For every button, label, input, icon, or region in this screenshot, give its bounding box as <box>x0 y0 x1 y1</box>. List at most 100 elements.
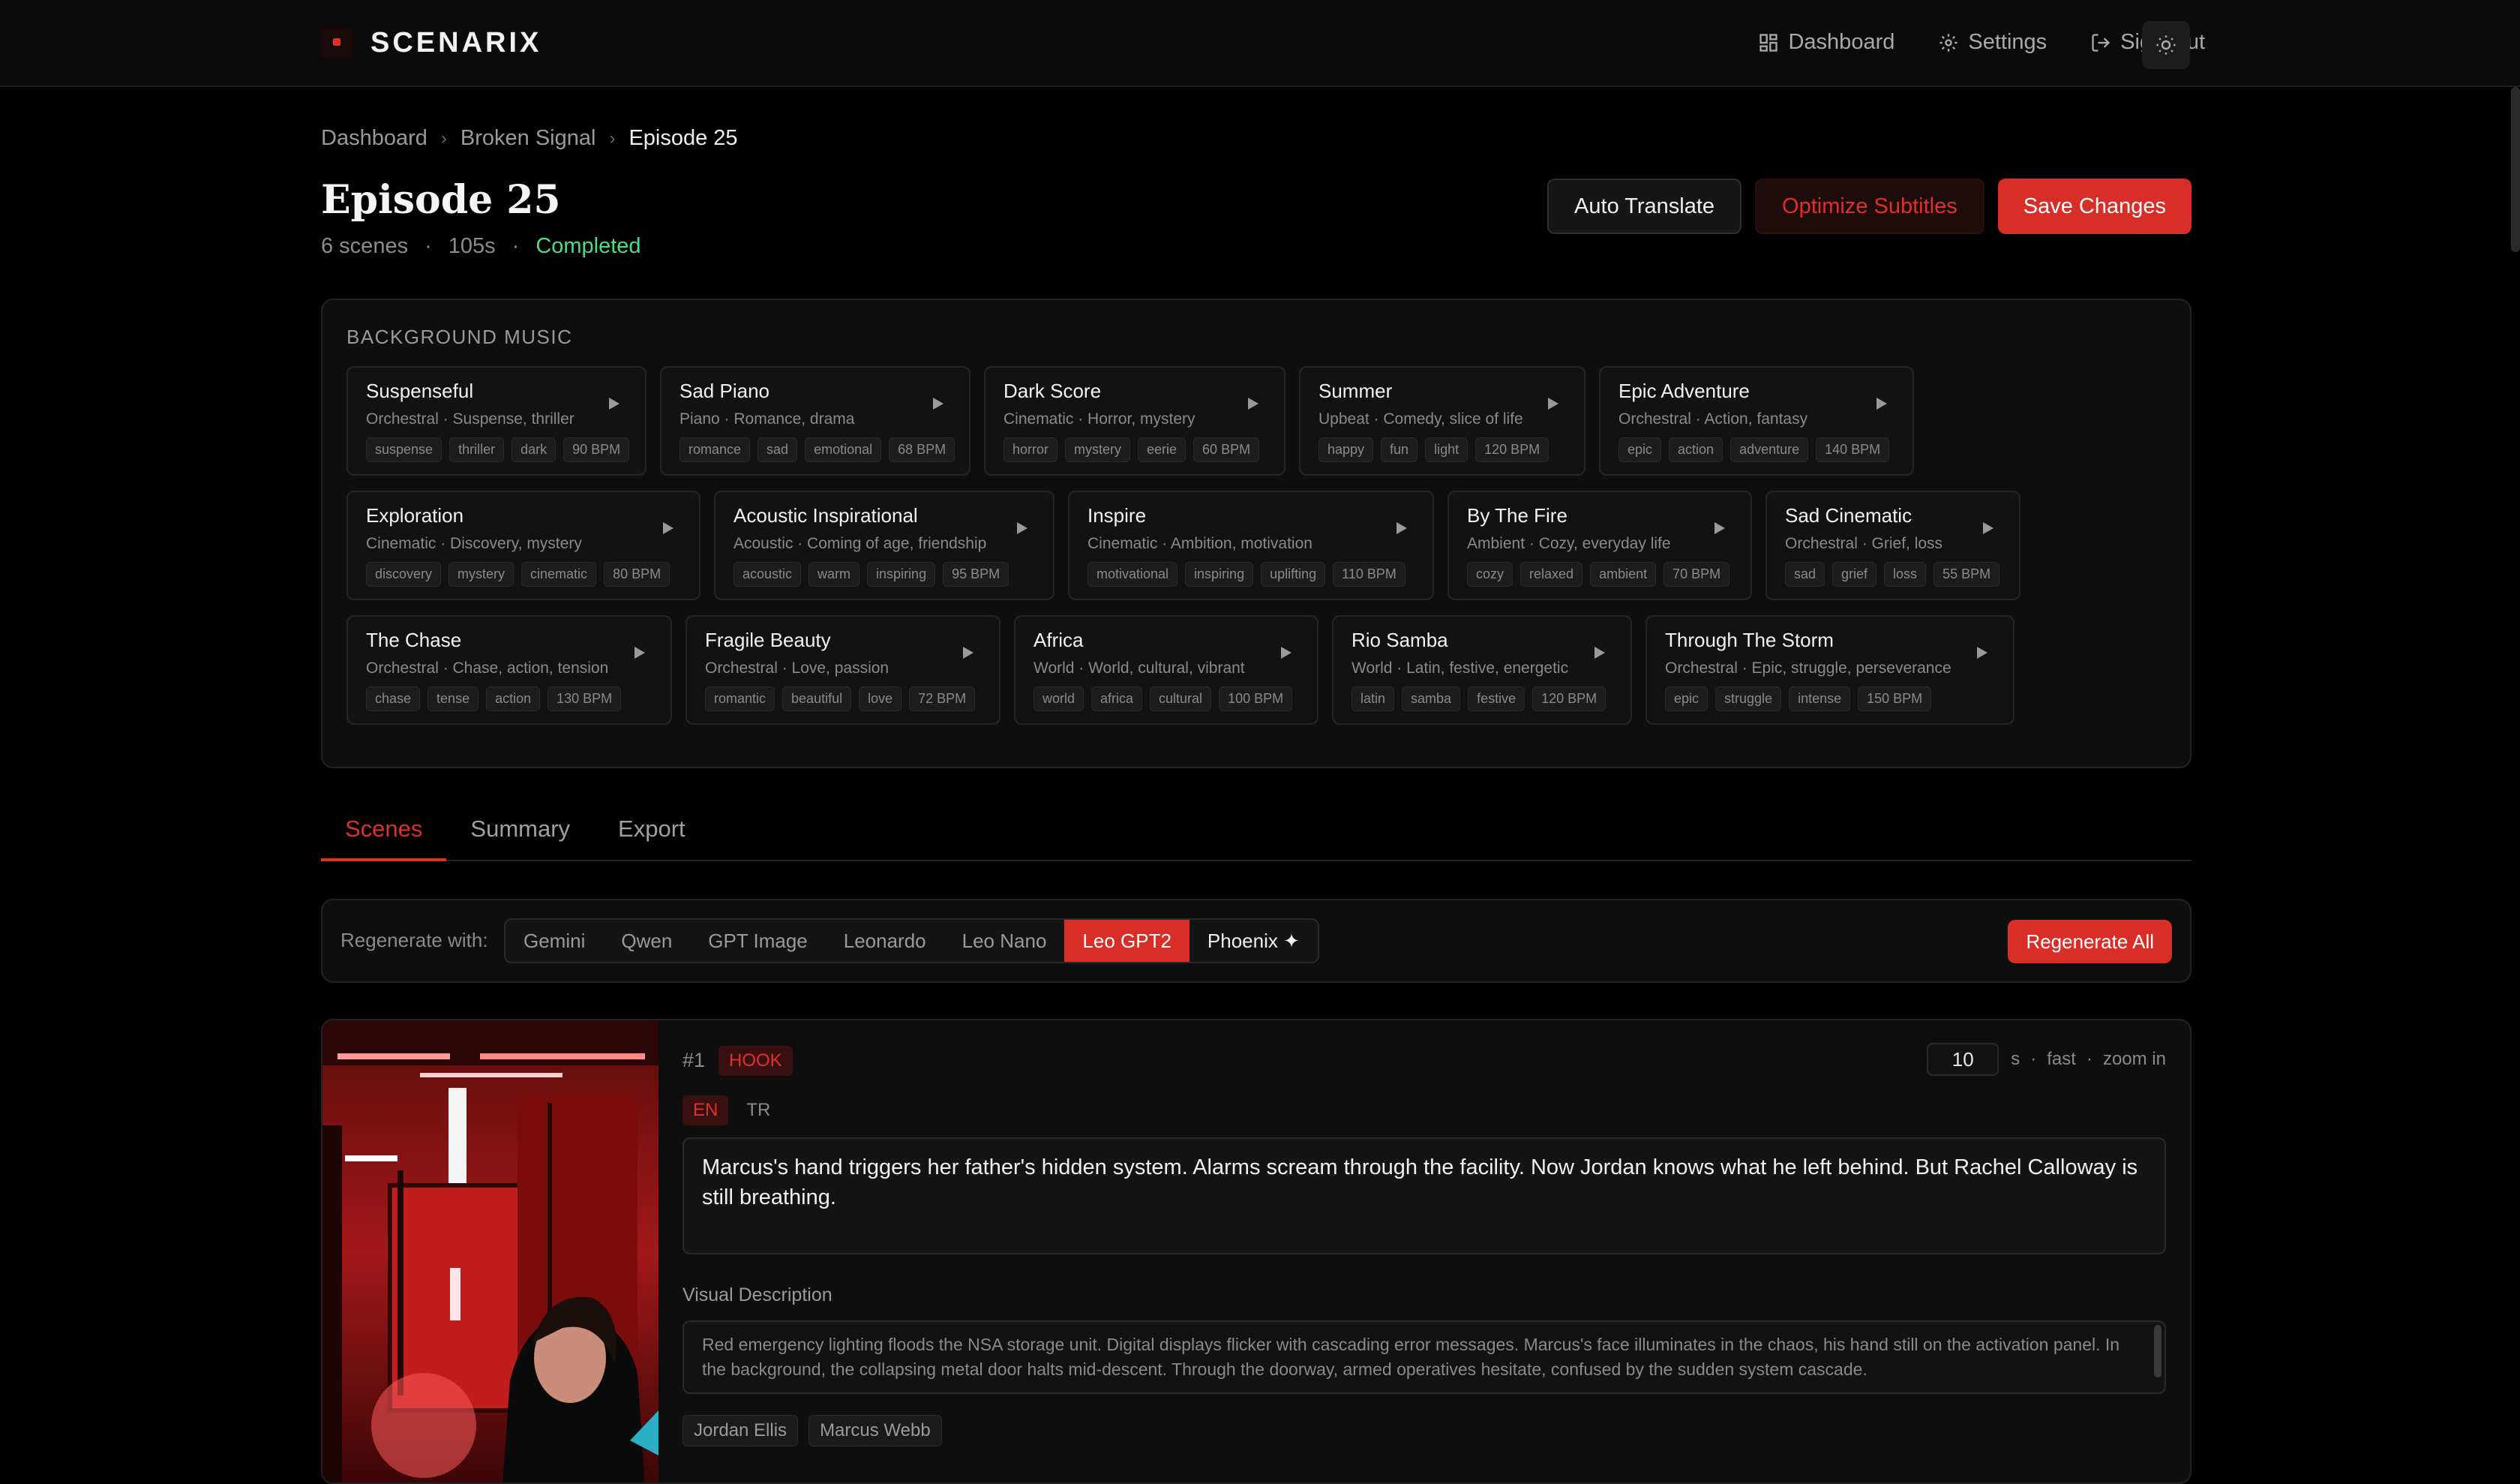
nav-settings[interactable]: Settings <box>1938 30 2047 55</box>
model-selector: Gemini Qwen GPT Image Leonardo Leo Nano Leo G… <box>504 918 1319 963</box>
music-track-card[interactable]: Acoustic Inspirational Acoustic · Coming … <box>714 491 1054 600</box>
play-icon[interactable] <box>1248 398 1258 410</box>
track-tag: happy <box>1318 437 1374 462</box>
music-track-card[interactable]: Fragile Beauty Orchestral · Love, passion… <box>686 615 1000 725</box>
scene-thumbnail[interactable] <box>322 1020 658 1482</box>
duration-input[interactable] <box>1927 1043 2000 1076</box>
nav-dashboard[interactable]: Dashboard <box>1758 30 1894 55</box>
pace-label[interactable]: fast <box>2047 1049 2076 1070</box>
track-tag: romantic <box>705 686 776 711</box>
play-icon[interactable] <box>1396 522 1407 534</box>
play-icon[interactable] <box>1548 398 1558 410</box>
page-scrollbar[interactable] <box>2511 87 2520 252</box>
music-track-row: Suspenseful Orchestral · Suspense, thrill… <box>346 366 1928 476</box>
music-track-card[interactable]: Exploration Cinematic · Discovery, myster… <box>346 491 700 600</box>
music-track-card[interactable]: Sad Cinematic Orchestral · Grief, loss sad… <box>1766 491 2020 600</box>
track-title: Inspire <box>1088 504 1147 527</box>
track-genre: Orchestral · Suspense, thriller <box>366 410 574 428</box>
camera-motion-label[interactable]: zoom in <box>2103 1049 2166 1070</box>
textarea-scrollbar[interactable] <box>2154 1325 2162 1377</box>
music-track-card[interactable]: Suspenseful Orchestral · Suspense, thrill… <box>346 366 646 476</box>
episode-meta: 6 scenes · 105s · Completed <box>321 234 641 259</box>
music-track-card[interactable]: Africa World · World, cultural, vibrant wo… <box>1014 615 1318 725</box>
play-icon[interactable] <box>634 647 645 659</box>
sign-out-icon <box>2092 33 2110 52</box>
play-icon[interactable] <box>1594 647 1605 659</box>
character-chip[interactable]: Marcus Webb <box>808 1415 942 1446</box>
tab-summary[interactable]: Summary <box>446 810 594 861</box>
brand-logo-icon <box>321 27 352 59</box>
track-genre: Cinematic · Ambition, motivation <box>1088 535 1312 552</box>
music-track-card[interactable]: By The Fire Ambient · Cozy, everyday life… <box>1448 491 1752 600</box>
track-tag: 60 BPM <box>1193 437 1260 462</box>
track-tag: motivational <box>1088 562 1178 587</box>
tab-export[interactable]: Export <box>594 810 710 861</box>
track-tag: 100 BPM <box>1219 686 1293 711</box>
breadcrumb-dashboard[interactable]: Dashboard <box>321 126 428 151</box>
track-genre: Orchestral · Epic, struggle, perseveranc… <box>1665 659 1952 677</box>
save-changes-button[interactable]: Save Changes <box>1997 179 2192 234</box>
model-option-leonardo[interactable]: Leonardo <box>826 920 944 962</box>
play-icon[interactable] <box>1281 647 1292 659</box>
play-icon[interactable] <box>1977 647 1988 659</box>
lang-tab-tr[interactable]: TR <box>736 1095 781 1125</box>
play-icon[interactable] <box>963 647 974 659</box>
music-track-card[interactable]: Summer Upbeat · Comedy, slice of life happ… <box>1299 366 1586 476</box>
music-track-card[interactable]: Rio Samba World · Latin, festive, energet… <box>1332 615 1632 725</box>
character-chip[interactable]: Jordan Ellis <box>682 1415 799 1446</box>
play-icon[interactable] <box>609 398 620 410</box>
model-option-gemini[interactable]: Gemini <box>506 920 603 962</box>
play-icon[interactable] <box>1017 522 1028 534</box>
music-track-card[interactable]: Dark Score Cinematic · Horror, mystery hor… <box>984 366 1286 476</box>
chevron-right-icon: › <box>609 128 616 149</box>
sun-icon <box>2156 35 2176 55</box>
track-tags: acoustic warm inspiring 95 BPM <box>734 562 1035 587</box>
theme-toggle-button[interactable] <box>2142 21 2190 69</box>
play-icon[interactable] <box>1983 522 1994 534</box>
track-tag: latin <box>1352 686 1395 711</box>
background-music-panel: BACKGROUND MUSIC Suspenseful Orchestral ·… <box>321 299 2192 768</box>
play-icon[interactable] <box>1714 522 1725 534</box>
music-track-card[interactable]: Inspire Cinematic · Ambition, motivation m… <box>1068 491 1434 600</box>
model-option-qwen[interactable]: Qwen <box>603 920 690 962</box>
brand[interactable]: SCENARIX <box>321 27 542 59</box>
tab-scenes[interactable]: Scenes <box>321 810 447 861</box>
play-icon[interactable] <box>1876 398 1887 410</box>
track-genre: Orchestral · Action, fantasy <box>1618 410 1808 428</box>
play-icon[interactable] <box>933 398 944 410</box>
duration-unit: s <box>2011 1049 2020 1069</box>
track-title: Acoustic Inspirational <box>734 504 918 527</box>
track-title: Rio Samba <box>1352 629 1448 651</box>
music-track-card[interactable]: Sad Piano Piano · Romance, drama romance sa… <box>660 366 970 476</box>
nav-settings-label: Settings <box>1968 30 2048 54</box>
model-option-leo-gpt2[interactable]: Leo GPT2 <box>1064 920 1190 962</box>
track-tag: discovery <box>366 562 442 587</box>
separator-dot: · <box>2030 1049 2037 1069</box>
track-tags: epic struggle intense 150 BPM <box>1665 686 1995 711</box>
language-tabs: EN TR <box>682 1095 788 1125</box>
music-track-card[interactable]: Epic Adventure Orchestral · Action, fanta… <box>1599 366 1914 476</box>
lang-tab-en[interactable]: EN <box>682 1095 729 1125</box>
music-track-card[interactable]: Through The Storm Orchestral · Epic, stru… <box>1646 615 2014 725</box>
optimize-subtitles-button[interactable]: Optimize Subtitles <box>1755 179 1984 234</box>
music-track-row: The Chase Orchestral · Chase, action, ten… <box>346 615 2028 725</box>
breadcrumb: Dashboard › Broken Signal › Episode 25 <box>321 126 738 151</box>
track-tag: acoustic <box>734 562 802 587</box>
regenerate-all-button[interactable]: Regenerate All <box>2008 920 2172 963</box>
breadcrumb-series[interactable]: Broken Signal <box>460 126 596 151</box>
track-genre: Orchestral · Love, passion <box>705 659 890 677</box>
narration-textarea[interactable]: Marcus's hand triggers her father's hidd… <box>682 1137 2166 1254</box>
play-icon[interactable] <box>663 522 674 534</box>
track-tag: cinematic <box>521 562 597 587</box>
track-genre: Orchestral · Chase, action, tension <box>366 659 609 677</box>
model-option-gpt-image[interactable]: GPT Image <box>690 920 825 962</box>
track-tag: romance <box>680 437 751 462</box>
track-tags: chase tense action 130 BPM <box>366 686 652 711</box>
model-option-phoenix[interactable]: Phoenix ✦ <box>1190 920 1318 962</box>
visual-description-textarea[interactable]: Red emergency lighting floods the NSA st… <box>682 1320 2166 1394</box>
track-tag: dark <box>512 437 556 462</box>
model-option-leo-nano[interactable]: Leo Nano <box>944 920 1065 962</box>
music-track-card[interactable]: The Chase Orchestral · Chase, action, ten… <box>346 615 672 725</box>
auto-translate-button[interactable]: Auto Translate <box>1547 179 1742 234</box>
track-tag: uplifting <box>1261 562 1326 587</box>
